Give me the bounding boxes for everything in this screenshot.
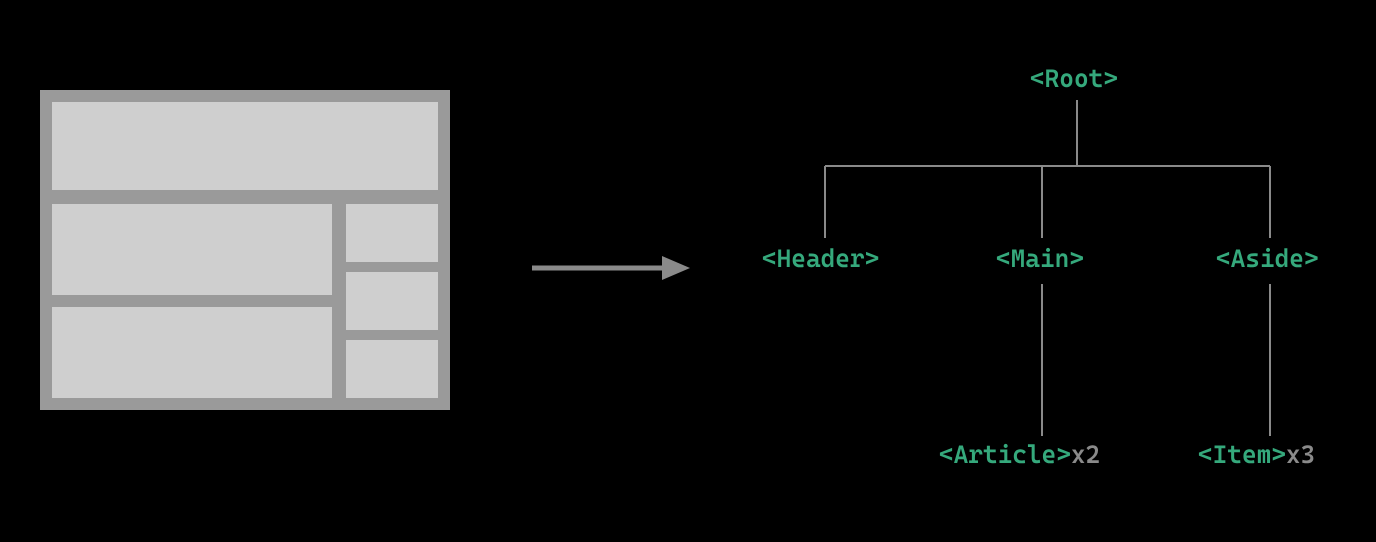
tree-node-root: <Root>: [1030, 64, 1118, 93]
tag-label: <Article>: [939, 440, 1071, 469]
component-tree: <Root> <Header> <Main> <Aside> <Article>…: [740, 58, 1340, 498]
multiplicity-label: x2: [1071, 440, 1100, 469]
tree-connector-lines: [740, 58, 1340, 498]
tree-node-item: <Item>x3: [1198, 440, 1315, 469]
tree-node-header: <Header>: [762, 244, 879, 273]
tag-label: <Main>: [996, 244, 1084, 273]
tree-node-article: <Article>x2: [939, 440, 1100, 469]
arrow-icon: [530, 254, 690, 282]
wireframe-aside-item: [346, 272, 438, 330]
tag-label: <Header>: [762, 244, 879, 273]
tree-node-aside: <Aside>: [1216, 244, 1319, 273]
wireframe-aside-item: [346, 204, 438, 262]
multiplicity-label: x3: [1286, 440, 1315, 469]
tag-label: <Item>: [1198, 440, 1286, 469]
tree-node-main: <Main>: [996, 244, 1084, 273]
tag-label: <Aside>: [1216, 244, 1319, 273]
tag-label: <Root>: [1030, 64, 1118, 93]
wireframe-article: [52, 307, 332, 398]
wireframe-aside-item: [346, 340, 438, 398]
wireframe-aside: [346, 204, 438, 398]
wireframe-article: [52, 204, 332, 295]
wireframe-header: [52, 102, 438, 190]
layout-wireframe: [40, 90, 450, 410]
wireframe-body: [52, 204, 438, 398]
wireframe-main: [52, 204, 332, 398]
